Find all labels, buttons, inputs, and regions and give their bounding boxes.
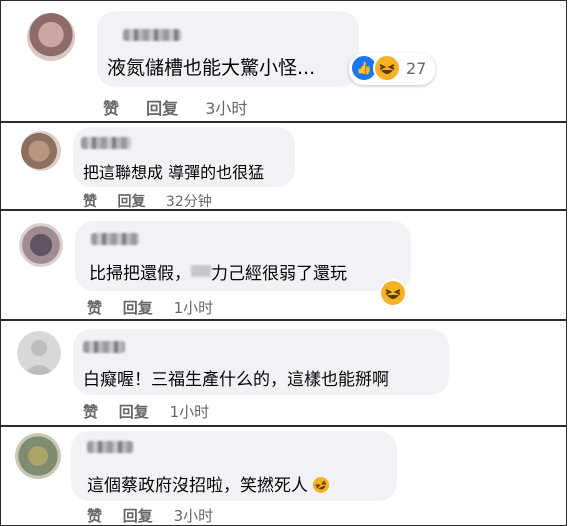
reply-button[interactable]: 回复 — [123, 505, 153, 525]
reaction-count: 27 — [406, 59, 427, 78]
avatar[interactable] — [27, 13, 75, 61]
comment-text: 把這聯想成 導彈的也很猛 — [83, 163, 265, 182]
comment-actions: 赞 回复 1小时 — [87, 297, 213, 318]
timestamp[interactable]: 3小时 — [174, 505, 214, 525]
comment-panel-3: 比掃把還假， 力己經很弱了還玩 赞 回复 1小时 — [0, 210, 567, 320]
author-name[interactable] — [87, 441, 133, 453]
comment-panel-4: 白癡喔！三福生產什么的，這樣也能掰啊 赞 回复 1小时 — [0, 320, 567, 426]
comment-panel-1: 液氮儲槽也能大驚小怪... 👍 27 赞 回复 3小时 — [0, 0, 567, 122]
avatar[interactable] — [21, 131, 61, 171]
avatar[interactable] — [19, 223, 63, 267]
comment-text-part: 比掃把還假， — [89, 264, 191, 284]
author-name[interactable] — [81, 137, 131, 149]
comment-actions: 赞 回复 3小时 — [87, 505, 214, 525]
reply-button[interactable]: 回复 — [119, 401, 149, 422]
rolling-laughing-emoji-icon — [310, 474, 333, 496]
comment-text-part: 這個蔡政府沒招啦，笑撚死人 — [87, 476, 308, 496]
reply-button[interactable]: 回复 — [146, 95, 178, 119]
laughing-emoji-icon[interactable] — [379, 279, 407, 307]
author-name[interactable] — [123, 29, 181, 41]
redacted-word — [191, 265, 211, 277]
timestamp[interactable]: 32分钟 — [166, 191, 212, 209]
reply-button[interactable]: 回复 — [123, 297, 153, 318]
comment-panel-2: 把這聯想成 導彈的也很猛 赞 回复 32分钟 — [0, 122, 567, 210]
comment-text-part: 力己經很弱了還玩 — [211, 264, 347, 284]
like-button[interactable]: 赞 — [87, 297, 102, 318]
reply-button[interactable]: 回复 — [117, 191, 145, 209]
comment-actions: 赞 回复 3小时 — [103, 95, 247, 119]
comment-text: 這個蔡政府沒招啦，笑撚死人 — [87, 471, 333, 496]
like-button[interactable]: 赞 — [103, 95, 119, 119]
timestamp[interactable]: 1小时 — [170, 401, 210, 422]
avatar[interactable] — [15, 433, 61, 479]
comment-text: 液氮儲槽也能大驚小怪... — [107, 57, 316, 79]
like-button[interactable]: 赞 — [87, 505, 102, 525]
comment-text: 比掃把還假， 力己經很弱了還玩 — [89, 259, 347, 284]
laughing-emoji-icon — [373, 54, 401, 82]
timestamp[interactable]: 1小时 — [174, 297, 214, 318]
comment-text: 白癡喔！三福生產什么的，這樣也能掰啊 — [83, 370, 389, 390]
like-button[interactable]: 赞 — [83, 401, 98, 422]
avatar[interactable] — [17, 331, 61, 375]
comment-panel-5: 這個蔡政府沒招啦，笑撚死人 赞 回复 3小时 — [0, 426, 567, 526]
like-button[interactable]: 赞 — [83, 191, 97, 209]
author-name[interactable] — [83, 341, 125, 353]
timestamp[interactable]: 3小时 — [205, 95, 247, 119]
author-name[interactable] — [91, 233, 139, 245]
comment-actions: 赞 回复 1小时 — [83, 401, 209, 422]
comment-actions: 赞 回复 32分钟 — [83, 191, 212, 209]
